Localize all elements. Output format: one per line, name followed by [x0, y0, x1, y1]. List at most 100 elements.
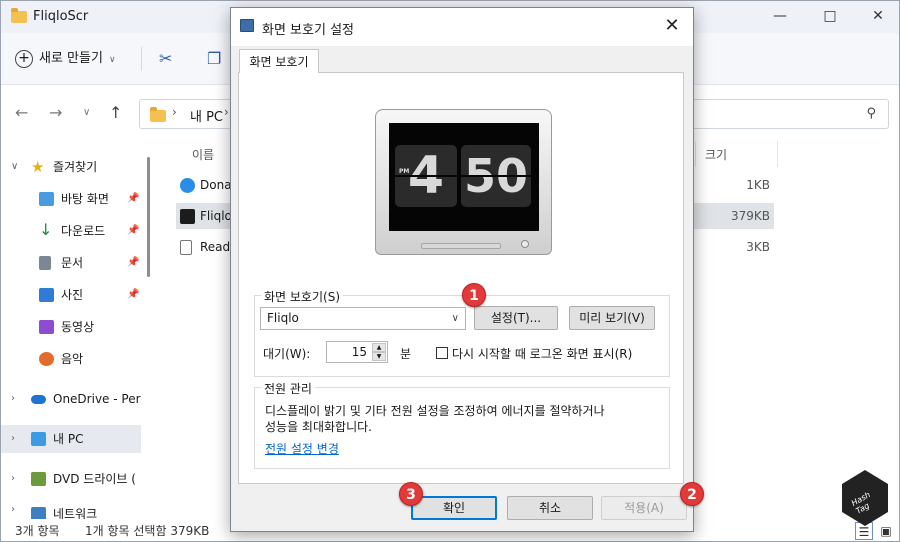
text-file-icon [180, 240, 192, 255]
file-size: 3KB [746, 240, 770, 254]
item-count: 3개 항목 [15, 524, 60, 538]
pin-icon: 📌 [127, 257, 140, 268]
sidebar-item-label: 즐겨찾기 [53, 160, 98, 174]
sidebar-scrollbar[interactable] [147, 157, 150, 277]
back-arrow-icon[interactable]: ← [15, 103, 28, 122]
cut-icon[interactable]: ✂ [159, 49, 172, 68]
music-icon [39, 352, 54, 366]
sidebar-item-desktop[interactable]: 바탕 화면 📌 [1, 185, 141, 213]
column-header-size[interactable]: 크기 [705, 146, 727, 163]
minimize-button[interactable]: — [765, 5, 795, 27]
power-description-line-1: 디스플레이 밝기 및 기타 전원 설정을 조정하여 에너지를 절약하거나 [265, 404, 605, 418]
screensaver-group-label: 화면 보호기(S) [261, 288, 343, 305]
clock-ampm: PM [399, 168, 410, 175]
forward-arrow-icon[interactable]: → [49, 103, 62, 122]
spin-down-icon[interactable]: ▼ [372, 352, 386, 361]
sidebar-item-pictures[interactable]: 사진 📌 [1, 281, 141, 309]
power-group-label: 전원 관리 [261, 380, 315, 397]
settings-button[interactable]: 설정(T)... [474, 306, 558, 330]
plus-icon: + [15, 50, 33, 68]
cancel-button[interactable]: 취소 [507, 496, 593, 520]
file-size: 379KB [730, 209, 770, 223]
document-icon [39, 256, 51, 270]
dialog-title: 화면 보호기 설정 [262, 23, 354, 38]
change-power-settings-link[interactable]: 전원 설정 변경 [265, 440, 339, 457]
wait-label: 대기(W): [263, 347, 311, 361]
sidebar-item-label: 문서 [61, 256, 84, 270]
new-button[interactable]: + 새로 만들기 ∨ [15, 47, 116, 71]
explorer-title: FliqloScr [33, 9, 89, 24]
wait-minutes-stepper[interactable]: 15 ▲ ▼ [326, 341, 388, 363]
wait-unit-label: 분 [400, 347, 412, 361]
step-badge-1: 1 [462, 283, 486, 307]
wait-minutes-value: 15 [351, 345, 367, 359]
close-button[interactable]: ✕ [863, 5, 893, 27]
tiles-view-icon[interactable]: ▣ [877, 522, 895, 540]
screensaver-file-icon [180, 209, 195, 224]
preview-button[interactable]: 미리 보기(V) [569, 306, 655, 330]
chevron-down-icon: ∨ [451, 313, 459, 324]
clock-hour-digit: 4 [407, 146, 445, 206]
network-icon [31, 507, 46, 519]
sidebar-item-dvd-drive[interactable]: › DVD 드라이브 ( [1, 465, 141, 493]
sidebar-item-label: 다운로드 [61, 224, 106, 238]
column-divider [777, 141, 778, 167]
file-size: 1KB [746, 178, 770, 192]
resume-logon-label: 다시 시작할 때 로그온 화면 표시(R) [452, 347, 633, 361]
sidebar-item-videos[interactable]: 동영상 [1, 313, 141, 341]
download-icon: ↓ [39, 220, 53, 239]
apply-button[interactable]: 적용(A) [601, 496, 687, 520]
search-icon[interactable]: ⚲ [866, 106, 876, 121]
sidebar-item-label: 사진 [61, 288, 84, 302]
copy-icon[interactable]: ❐ [207, 49, 221, 68]
breadcrumb: 내 PC [190, 110, 224, 125]
cloud-icon [31, 395, 46, 404]
monitor-bezel-slot [421, 243, 501, 249]
recent-chevron-icon[interactable]: ∨ [83, 107, 90, 118]
new-label: 새로 만들기 [39, 51, 103, 66]
chevron-right-icon: › [11, 473, 15, 484]
screensaver-select[interactable]: Fliqlo ∨ [260, 307, 466, 330]
star-icon: ★ [31, 158, 45, 176]
toolbar-divider [141, 47, 142, 71]
navigation-pane: ∨ ★ 즐겨찾기 바탕 화면 📌 ↓ 다운로드 📌 문서 📌 사진 📌 동영상 [1, 141, 151, 519]
clock-hour: 4 PM [395, 145, 457, 207]
sidebar-item-label: 네트워크 [53, 507, 98, 519]
maximize-button[interactable]: □ [815, 5, 845, 27]
screensaver-select-value: Fliqlo [267, 311, 299, 325]
sidebar-item-music[interactable]: 음악 [1, 345, 141, 373]
desktop-icon [39, 192, 54, 206]
pin-icon: 📌 [127, 193, 140, 204]
chevron-down-icon: ∨ [108, 55, 116, 65]
screensaver-settings-dialog: 화면 보호기 설정 ✕ 화면 보호기 4 PM 50 화면 보호기(S) 전원 … [230, 7, 694, 532]
sidebar-item-this-pc[interactable]: › 내 PC [1, 425, 141, 453]
resume-logon-checkbox[interactable] [436, 347, 448, 359]
edge-icon [180, 178, 195, 193]
up-arrow-icon[interactable]: ↑ [109, 103, 122, 122]
step-badge-3: 3 [399, 482, 423, 506]
preview-screen: 4 PM 50 [389, 123, 539, 231]
sidebar-item-label: OneDrive - Perso [53, 392, 141, 406]
tab-screensaver[interactable]: 화면 보호기 [239, 49, 319, 73]
breadcrumb-chevron-icon: › [172, 105, 177, 119]
column-header-name[interactable]: 이름 [192, 146, 214, 163]
sidebar-item-network[interactable]: › 네트워크 [1, 501, 141, 519]
pin-icon: 📌 [127, 289, 140, 300]
picture-icon [39, 288, 54, 302]
dialog-close-button[interactable]: ✕ [657, 12, 687, 40]
sidebar-item-label: 음악 [61, 352, 84, 366]
sidebar-item-favorites[interactable]: ∨ ★ 즐겨찾기 [1, 153, 141, 181]
sidebar-item-downloads[interactable]: ↓ 다운로드 📌 [1, 217, 141, 245]
monitor-preview: 4 PM 50 [375, 109, 552, 255]
chevron-down-icon: ∨ [11, 161, 19, 172]
column-divider [695, 141, 696, 167]
sidebar-item-onedrive[interactable]: › OneDrive - Perso [1, 385, 141, 413]
ok-button[interactable]: 확인 [411, 496, 497, 520]
spin-up-icon[interactable]: ▲ [372, 343, 386, 352]
sidebar-item-documents[interactable]: 문서 📌 [1, 249, 141, 277]
folder-icon [11, 8, 27, 23]
chevron-right-icon: › [11, 393, 15, 404]
clock-minute-digits: 50 [463, 149, 528, 203]
breadcrumb-chevron-icon: › [224, 105, 229, 119]
power-led-icon [521, 240, 529, 248]
